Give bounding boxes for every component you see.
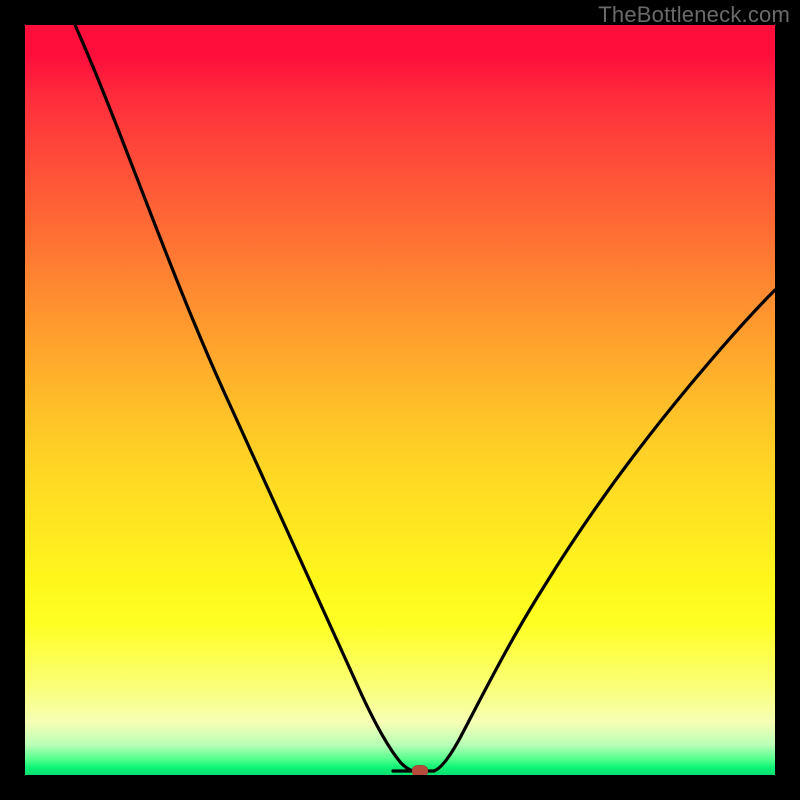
curve-right-branch	[434, 290, 775, 771]
curve-left-branch	[75, 25, 415, 771]
minimum-marker	[412, 765, 428, 775]
plot-area	[25, 25, 775, 775]
chart-stage: TheBottleneck.com	[0, 0, 800, 800]
watermark-text: TheBottleneck.com	[598, 2, 790, 28]
bottleneck-curve	[25, 25, 775, 775]
